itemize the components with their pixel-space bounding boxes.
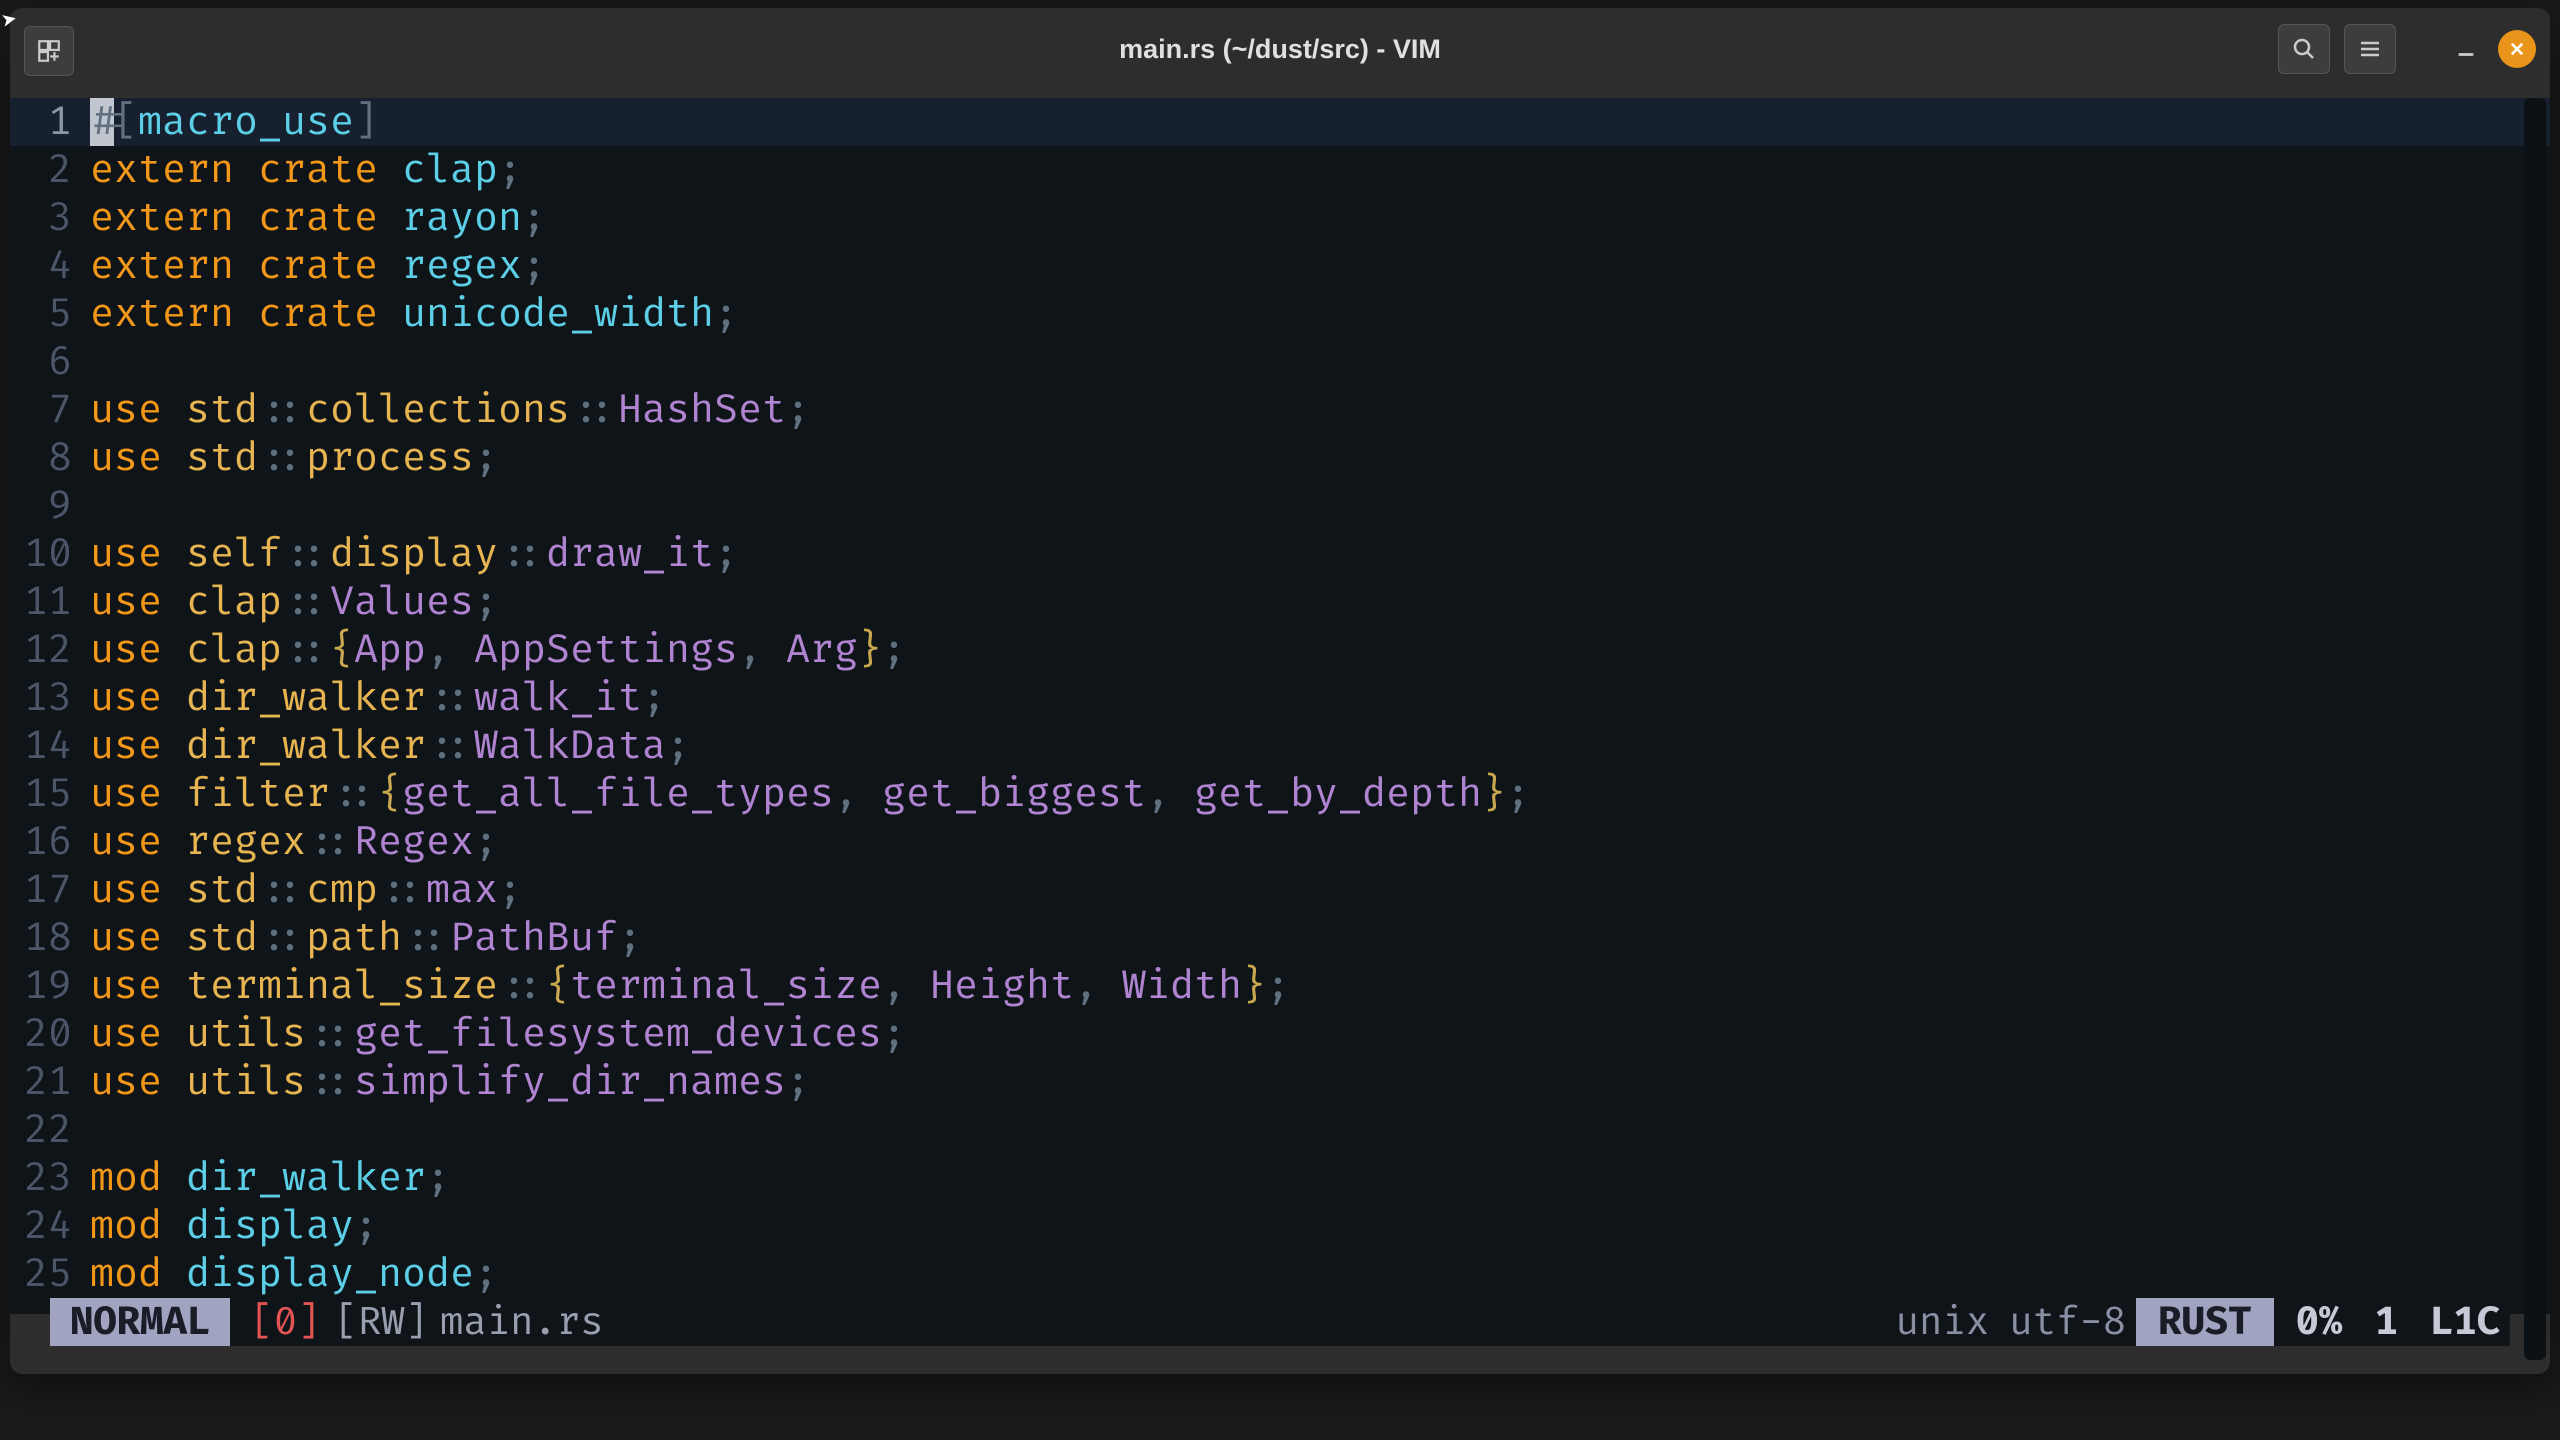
code-line[interactable]: 14use dir_walker::WalkData; [10,722,2550,770]
code-line[interactable]: 24mod display; [10,1202,2550,1250]
status-os: unix [1886,1299,2000,1346]
code-content[interactable]: use regex::Regex; [90,818,498,866]
code-content[interactable]: use clap::{App, AppSettings, Arg}; [90,626,906,674]
line-number: 4 [10,242,90,290]
code-content[interactable]: extern crate unicode_width; [90,290,738,338]
status-percent: 0% [2274,1299,2353,1346]
code-content[interactable]: use utils::simplify_dir_names; [90,1058,810,1106]
app-icon[interactable] [24,26,74,76]
line-number: 25 [10,1250,90,1298]
minimize-button[interactable] [2448,31,2484,67]
window-title: main.rs (~/dust/src) - VIM [1119,34,1441,65]
code-content[interactable]: use dir_walker::walk_it; [90,674,666,722]
line-number: 14 [10,722,90,770]
titlebar[interactable]: main.rs (~/dust/src) - VIM [10,8,2550,90]
code-content[interactable]: use std::process; [90,434,498,482]
menu-button[interactable] [2344,24,2396,74]
code-line[interactable]: 18use std::path::PathBuf; [10,914,2550,962]
line-number: 10 [10,530,90,578]
status-line: 1 [2352,1299,2407,1346]
code-content[interactable]: mod display_node; [90,1250,498,1298]
code-line[interactable]: 17use std::cmp::max; [10,866,2550,914]
code-content[interactable]: mod dir_walker; [90,1154,450,1202]
code-line[interactable]: 11use clap::Values; [10,578,2550,626]
line-number: 19 [10,962,90,1010]
code-line[interactable]: 3extern crate rayon; [10,194,2550,242]
code-line[interactable]: 10use self::display::draw_it; [10,530,2550,578]
scrollbar[interactable] [2524,98,2546,1360]
line-number: 22 [10,1106,90,1154]
code-content[interactable]: use utils::get_filesystem_devices; [90,1010,906,1058]
code-content[interactable]: extern crate rayon; [90,194,546,242]
line-number: 15 [10,770,90,818]
line-number: 18 [10,914,90,962]
line-number: 24 [10,1202,90,1250]
code-content[interactable]: extern crate clap; [90,146,522,194]
code-line[interactable]: 8use std::process; [10,434,2550,482]
code-content[interactable]: use dir_walker::WalkData; [90,722,690,770]
status-column: L1C [2408,1299,2510,1346]
code-content[interactable]: use self::display::draw_it; [90,530,738,578]
code-line[interactable]: 23mod dir_walker; [10,1154,2550,1202]
statusbar: NORMAL [0] [RW] main.rs unix utf-8 RUST … [50,1298,2510,1346]
status-readwrite: [RW] [330,1299,432,1346]
line-number: 11 [10,578,90,626]
code-content[interactable]: mod display; [90,1202,378,1250]
code-line[interactable]: 13use dir_walker::walk_it; [10,674,2550,722]
line-number: 3 [10,194,90,242]
code-line[interactable]: 21use utils::simplify_dir_names; [10,1058,2550,1106]
code-content[interactable]: use terminal_size::{terminal_size, Heigh… [90,962,1290,1010]
code-line[interactable]: 25mod display_node; [10,1250,2550,1298]
code-line[interactable]: 9 [10,482,2550,530]
code-content[interactable]: #[macro_use] [90,98,378,146]
code-content[interactable]: extern crate regex; [90,242,546,290]
status-encoding: utf-8 [1999,1299,2136,1346]
line-number: 6 [10,338,90,386]
line-number: 20 [10,1010,90,1058]
code-line[interactable]: 20use utils::get_filesystem_devices; [10,1010,2550,1058]
code-content[interactable]: use std::cmp::max; [90,866,522,914]
close-button[interactable] [2498,30,2536,68]
code-line[interactable]: 22 [10,1106,2550,1154]
line-number: 23 [10,1154,90,1202]
line-number: 1 [10,98,90,146]
code-line[interactable]: 12use clap::{App, AppSettings, Arg}; [10,626,2550,674]
line-number: 21 [10,1058,90,1106]
code-line[interactable]: 1#[macro_use] [10,98,2550,146]
code-line[interactable]: 16use regex::Regex; [10,818,2550,866]
line-number: 9 [10,482,90,530]
line-number: 2 [10,146,90,194]
code-content[interactable]: use std::path::PathBuf; [90,914,642,962]
status-filename: main.rs [432,1299,612,1346]
vim-window: main.rs (~/dust/src) - VIM 1#[macro_use]… [10,8,2550,1374]
code-line[interactable]: 2extern crate clap; [10,146,2550,194]
line-number: 17 [10,866,90,914]
code-content[interactable]: use filter::{get_all_file_types, get_big… [90,770,1530,818]
status-buffer-number: [0] [230,1299,330,1346]
code-line[interactable]: 5extern crate unicode_width; [10,290,2550,338]
code-line[interactable]: 6 [10,338,2550,386]
code-line[interactable]: 15use filter::{get_all_file_types, get_b… [10,770,2550,818]
code-line[interactable]: 7use std::collections::HashSet; [10,386,2550,434]
editor-area[interactable]: 1#[macro_use]2extern crate clap;3extern … [10,98,2550,1314]
line-number: 12 [10,626,90,674]
status-mode: NORMAL [50,1298,230,1346]
line-number: 5 [10,290,90,338]
code-content[interactable]: use std::collections::HashSet; [90,386,810,434]
line-number: 13 [10,674,90,722]
code-content[interactable]: use clap::Values; [90,578,498,626]
code-line[interactable]: 4extern crate regex; [10,242,2550,290]
code-line[interactable]: 19use terminal_size::{terminal_size, Hei… [10,962,2550,1010]
line-number: 16 [10,818,90,866]
search-button[interactable] [2278,24,2330,74]
line-number: 8 [10,434,90,482]
status-language: RUST [2136,1298,2274,1346]
line-number: 7 [10,386,90,434]
